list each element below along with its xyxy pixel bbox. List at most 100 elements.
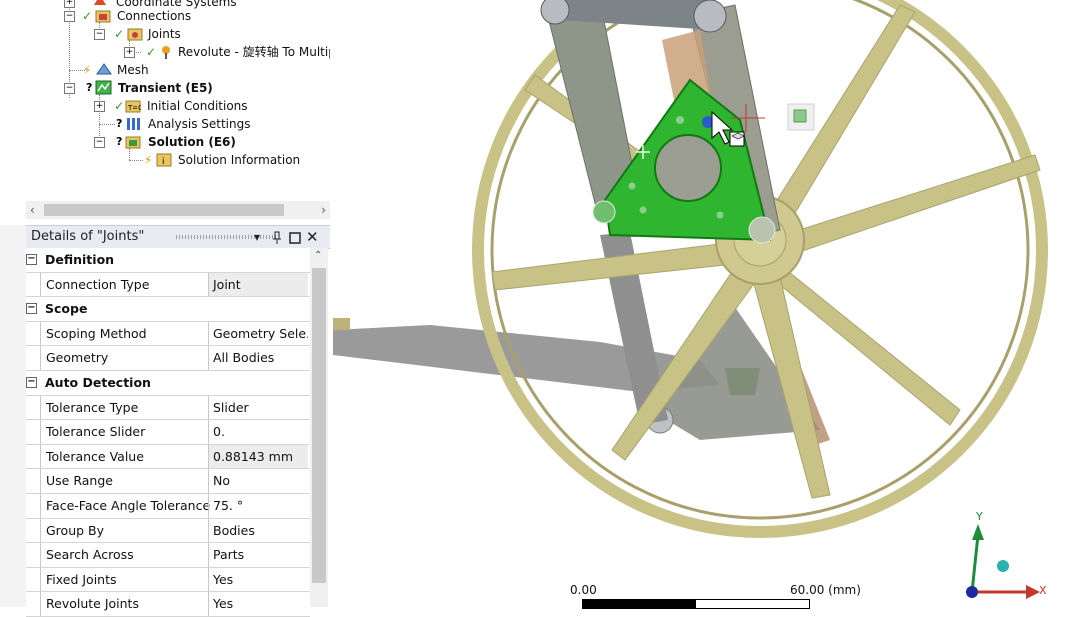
section-definition[interactable]: − Definition: [26, 248, 310, 273]
check-icon: ✓: [114, 99, 125, 113]
expand-icon[interactable]: +: [124, 47, 135, 58]
view-cube-icon[interactable]: [787, 103, 815, 131]
property-value[interactable]: 75. °: [208, 493, 308, 518]
maximize-icon[interactable]: [289, 226, 301, 248]
property-value[interactable]: Geometry Sele...: [208, 321, 308, 346]
section-auto-detection[interactable]: − Auto Detection: [26, 370, 310, 396]
graphics-viewport[interactable]: Y X: [333, 0, 1080, 607]
collapse-icon[interactable]: −: [94, 137, 105, 148]
property-value[interactable]: 0.88143 mm: [208, 444, 308, 469]
expand-icon[interactable]: +: [64, 0, 75, 8]
details-gutter: [0, 225, 26, 607]
collapse-icon[interactable]: −: [64, 83, 75, 94]
property-name: Fixed Joints: [40, 567, 212, 592]
property-row[interactable]: Tolerance Type Slider: [26, 395, 310, 421]
property-value[interactable]: Joint: [208, 272, 308, 297]
details-grid: − Definition Connection Type Joint − Scope Sco…: [26, 248, 310, 617]
property-row[interactable]: Revolute Joints Yes: [26, 592, 310, 617]
property-row[interactable]: Fixed Joints Yes: [26, 567, 310, 593]
base-tab[interactable]: [333, 318, 350, 330]
scroll-left-icon[interactable]: ‹: [30, 201, 35, 219]
close-icon[interactable]: ✕: [306, 226, 319, 248]
property-value[interactable]: Slider: [208, 395, 308, 420]
dropdown-icon[interactable]: ▾: [254, 226, 260, 248]
property-row[interactable]: Use Range No: [26, 469, 310, 494]
wheel[interactable]: [472, 0, 1048, 538]
property-row[interactable]: Search Across Parts: [26, 543, 310, 568]
property-row[interactable]: Face-Face Angle Tolerance 75. °: [26, 493, 310, 519]
tree-item-label: Initial Conditions: [147, 99, 248, 113]
property-value[interactable]: Yes: [208, 567, 308, 592]
property-row[interactable]: Geometry All Bodies: [26, 346, 310, 371]
property-name: Tolerance Type: [40, 395, 212, 420]
section-title: Auto Detection: [45, 374, 151, 390]
question-icon: ?: [86, 81, 93, 94]
collapse-icon[interactable]: −: [64, 11, 75, 22]
tree-item-label: Connections: [117, 9, 192, 23]
property-name: Revolute Joints: [40, 592, 212, 616]
scroll-right-icon[interactable]: ›: [321, 201, 326, 219]
scroll-up-icon[interactable]: ⌃: [314, 250, 322, 261]
collapse-icon[interactable]: −: [94, 29, 105, 40]
property-name: Scoping Method: [40, 321, 212, 346]
analysis-settings-icon: [126, 116, 142, 136]
pin-icon[interactable]: [272, 226, 282, 248]
joints-folder-icon: [127, 26, 143, 46]
collapse-icon[interactable]: −: [26, 376, 37, 388]
model-view[interactable]: [333, 0, 1080, 607]
property-value[interactable]: Parts: [208, 543, 308, 567]
details-vertical-scrollbar[interactable]: ⌃: [310, 248, 328, 607]
left-panel: + Coordinate Systems − ✓ Connections − ✓…: [0, 0, 330, 617]
scale-max-label: 60.00 (mm): [790, 583, 861, 597]
property-row[interactable]: Scoping Method Geometry Sele...: [26, 321, 310, 347]
top-right-pin[interactable]: [693, 0, 727, 33]
check-icon: ✓: [114, 27, 125, 41]
scale-bar: [582, 599, 810, 609]
tree-item-label: Solution Information: [178, 153, 301, 167]
property-name: Tolerance Value: [40, 444, 212, 469]
property-value[interactable]: All Bodies: [208, 346, 308, 370]
title-grip: [176, 235, 276, 239]
tree-item-label: Transient (E5): [118, 81, 213, 95]
initial-conditions-icon: T=0: [125, 98, 143, 118]
property-row[interactable]: Connection Type Joint: [26, 272, 310, 298]
property-row[interactable]: Tolerance Value 0.88143 mm: [26, 444, 310, 470]
check-icon: ✓: [146, 45, 157, 59]
axis-triad: [966, 524, 1040, 599]
property-name: Group By: [40, 518, 212, 543]
property-name: Search Across: [40, 543, 212, 567]
question-icon: ?: [116, 117, 123, 130]
expand-icon[interactable]: +: [94, 101, 105, 112]
tree-item-label: Analysis Settings: [148, 117, 251, 131]
section-title: Scope: [45, 301, 88, 317]
property-name: Face-Face Angle Tolerance: [40, 493, 212, 518]
connections-folder-icon: [95, 8, 111, 28]
scroll-thumb[interactable]: [44, 204, 284, 216]
section-scope[interactable]: − Scope: [26, 297, 310, 322]
property-name: Use Range: [40, 469, 212, 493]
details-title: Details of "Joints": [31, 229, 145, 244]
scroll-thumb[interactable]: [312, 268, 326, 583]
property-row[interactable]: Group By Bodies: [26, 518, 310, 544]
collapse-icon[interactable]: −: [26, 303, 37, 315]
tree-item-label: Joints: [148, 25, 181, 43]
check-icon: ✓: [82, 9, 93, 23]
property-value[interactable]: Yes: [208, 592, 308, 616]
property-value[interactable]: 0.: [208, 420, 308, 444]
property-row[interactable]: Tolerance Slider 0.: [26, 420, 310, 445]
lightning-icon: ⚡: [83, 63, 92, 77]
property-value[interactable]: Bodies: [208, 518, 308, 543]
details-title-bar: Details of "Joints" ▾ ✕: [26, 225, 330, 249]
property-name: Tolerance Slider: [40, 420, 212, 444]
question-icon: ?: [116, 135, 123, 148]
top-left-pin[interactable]: [540, 0, 570, 25]
outline-tree: + Coordinate Systems − ✓ Connections − ✓…: [0, 0, 330, 200]
tree-horizontal-scrollbar[interactable]: ‹ ›: [26, 201, 330, 219]
hex-nut: [725, 368, 760, 395]
scale-min-label: 0.00: [570, 583, 597, 597]
section-title: Definition: [45, 252, 115, 267]
solution-information-icon: i: [156, 152, 172, 172]
mesh-icon: [96, 62, 112, 81]
collapse-icon[interactable]: −: [26, 254, 37, 265]
property-value[interactable]: No: [208, 469, 308, 493]
